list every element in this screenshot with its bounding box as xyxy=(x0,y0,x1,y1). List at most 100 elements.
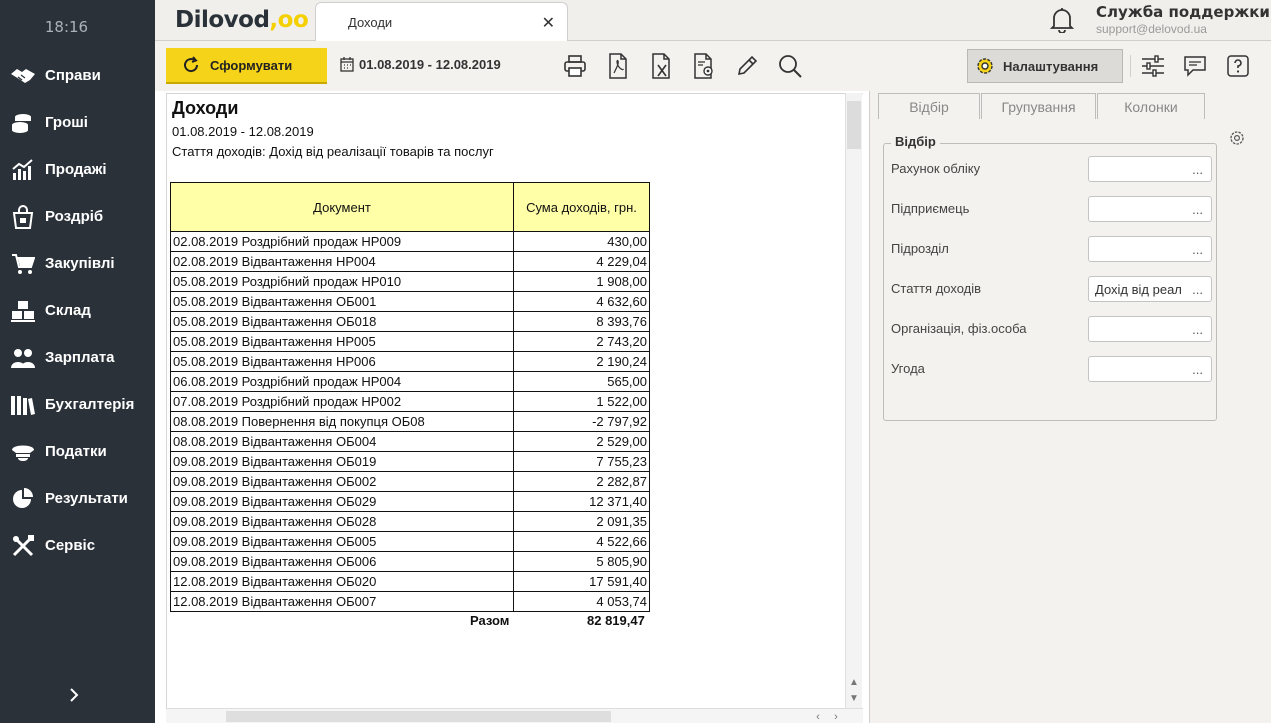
tab-grouping[interactable]: Групування xyxy=(981,93,1096,119)
table-row[interactable]: 09.08.2019 Відвантаження ОБ006 5 805,90 xyxy=(170,551,650,572)
chat-icon[interactable] xyxy=(1181,52,1209,80)
document-cell[interactable]: 05.08.2019 Роздрібний продаж НР010 xyxy=(170,271,514,292)
document-cell[interactable]: 12.08.2019 Відвантаження ОБ007 xyxy=(170,591,514,612)
nav-item-sklad[interactable]: Склад xyxy=(0,287,155,334)
nav-item-rezultaty[interactable]: Результати xyxy=(0,475,155,522)
table-row[interactable]: 09.08.2019 Відвантаження ОБ029 12 371,40 xyxy=(170,491,650,512)
sum-cell: 1 908,00 xyxy=(513,271,650,292)
document-cell[interactable]: 07.08.2019 Роздрібний продаж НР002 xyxy=(170,391,514,412)
nav-item-prodazhi[interactable]: Продажі xyxy=(0,146,155,193)
nav-item-servis[interactable]: Сервіс xyxy=(0,522,155,569)
expand-sidebar-icon[interactable] xyxy=(64,685,84,705)
close-icon[interactable]: ✕ xyxy=(542,13,555,33)
account-field[interactable]: ... xyxy=(1088,156,1212,182)
generate-button[interactable]: Сформувати xyxy=(166,48,327,84)
sum-cell: 1 522,00 xyxy=(513,391,650,412)
table-row[interactable]: 05.08.2019 Відвантаження НР006 2 190,24 xyxy=(170,351,650,372)
document-cell[interactable]: 05.08.2019 Відвантаження НР005 xyxy=(170,331,514,352)
nav-item-podatky[interactable]: Податки xyxy=(0,428,155,475)
export-settings-icon[interactable] xyxy=(690,52,718,80)
agreement-field[interactable]: ... xyxy=(1088,356,1212,382)
document-cell[interactable]: 02.08.2019 Відвантаження НР004 xyxy=(170,251,514,272)
scroll-up-icon[interactable]: ▲ xyxy=(846,674,862,690)
horizontal-scroll-thumb[interactable] xyxy=(226,711,611,722)
table-row[interactable]: 02.08.2019 Відвантаження НР004 4 229,04 xyxy=(170,251,650,272)
nav-item-zakupivli[interactable]: Закупівлі xyxy=(0,240,155,287)
print-icon[interactable] xyxy=(561,52,589,80)
document-cell[interactable]: 09.08.2019 Відвантаження ОБ002 xyxy=(170,471,514,492)
nav-item-spravy[interactable]: Справи xyxy=(0,52,155,99)
sum-cell: 5 805,90 xyxy=(513,551,650,572)
document-cell[interactable]: 08.08.2019 Відвантаження ОБ004 xyxy=(170,431,514,452)
export-pdf-icon[interactable] xyxy=(604,52,632,80)
select-dots[interactable]: ... xyxy=(1190,282,1203,297)
tab-income[interactable]: Доходи ✕ xyxy=(315,2,568,42)
document-cell[interactable]: 05.08.2019 Відвантаження ОБ018 xyxy=(170,311,514,332)
table-row[interactable]: 05.08.2019 Роздрібний продаж НР010 1 908,… xyxy=(170,271,650,292)
entrepreneur-field[interactable]: ... xyxy=(1088,196,1212,222)
export-excel-icon[interactable] xyxy=(647,52,675,80)
income-item-field[interactable]: Дохід від реал... xyxy=(1088,276,1212,302)
vertical-scrollbar[interactable]: ▲ ▼ xyxy=(845,93,862,708)
edit-pencil-icon[interactable] xyxy=(733,52,761,80)
period-picker[interactable]: 01.08.2019 - 12.08.2019 xyxy=(340,57,501,72)
table-row[interactable]: 05.08.2019 Відвантаження ОБ018 8 393,76 xyxy=(170,311,650,332)
table-row[interactable]: 06.08.2019 Роздрібний продаж НР004 565,00 xyxy=(170,371,650,392)
table-row[interactable]: 02.08.2019 Роздрібний продаж НР009 430,00 xyxy=(170,231,650,252)
support-email[interactable]: support@delovod.ua xyxy=(1096,22,1270,36)
department-field[interactable]: ... xyxy=(1088,236,1212,262)
document-cell[interactable]: 05.08.2019 Відвантаження ОБ001 xyxy=(170,291,514,312)
table-row[interactable]: 05.08.2019 Відвантаження НР005 2 743,20 xyxy=(170,331,650,352)
table-row[interactable]: 07.08.2019 Роздрібний продаж НР002 1 522,… xyxy=(170,391,650,412)
document-cell[interactable]: 09.08.2019 Відвантаження ОБ019 xyxy=(170,451,514,472)
table-row[interactable]: 08.08.2019 Відвантаження ОБ004 2 529,00 xyxy=(170,431,650,452)
scroll-left-icon[interactable]: ‹ xyxy=(810,709,826,723)
select-dots[interactable]: ... xyxy=(1190,362,1203,377)
select-dots[interactable]: ... xyxy=(1190,242,1203,257)
report-title: Доходи xyxy=(172,98,239,118)
document-cell[interactable]: 09.08.2019 Відвантаження ОБ006 xyxy=(170,551,514,572)
scroll-right-icon[interactable]: › xyxy=(828,709,844,723)
table-row[interactable]: 09.08.2019 Відвантаження ОБ005 4 522,66 xyxy=(170,531,650,552)
panel-settings-gear-icon[interactable] xyxy=(1229,130,1245,146)
table-row[interactable]: 08.08.2019 Повернення від покупця ОБ08 -2… xyxy=(170,411,650,432)
table-row[interactable]: 12.08.2019 Відвантаження ОБ007 4 053,74 xyxy=(170,591,650,612)
document-cell[interactable]: 02.08.2019 Роздрібний продаж НР009 xyxy=(170,231,514,252)
select-dots[interactable]: ... xyxy=(1190,202,1203,217)
table-row[interactable]: 12.08.2019 Відвантаження ОБ020 17 591,40 xyxy=(170,571,650,592)
nav-item-rozdrib[interactable]: Роздріб xyxy=(0,193,155,240)
table-row[interactable]: 09.08.2019 Відвантаження ОБ002 2 282,87 xyxy=(170,471,650,492)
main-nav: Справи Гроші Продажі Роздріб Закупівлі С… xyxy=(0,52,155,569)
table-row[interactable]: 09.08.2019 Відвантаження ОБ019 7 755,23 xyxy=(170,451,650,472)
nav-item-bukhhalteriia[interactable]: Бухгалтерія xyxy=(0,381,155,428)
organization-field[interactable]: ... xyxy=(1088,316,1212,342)
document-cell[interactable]: 09.08.2019 Відвантаження ОБ028 xyxy=(170,511,514,532)
document-cell[interactable]: 05.08.2019 Відвантаження НР006 xyxy=(170,351,514,372)
sliders-icon[interactable] xyxy=(1139,52,1167,80)
document-cell[interactable]: 06.08.2019 Роздрібний продаж НР004 xyxy=(170,371,514,392)
table-row[interactable]: 09.08.2019 Відвантаження ОБ028 2 091,35 xyxy=(170,511,650,532)
table-row[interactable]: 05.08.2019 Відвантаження ОБ001 4 632,60 xyxy=(170,291,650,312)
nav-item-zarplata[interactable]: Зарплата xyxy=(0,334,155,381)
document-cell[interactable]: 08.08.2019 Повернення від покупця ОБ08 xyxy=(170,411,514,432)
document-cell[interactable]: 12.08.2019 Відвантаження ОБ020 xyxy=(170,571,514,592)
bell-icon[interactable] xyxy=(1049,7,1075,34)
logo[interactable]: Dilovod,oo xyxy=(175,7,309,33)
select-dots[interactable]: ... xyxy=(1190,162,1203,177)
scroll-thumb[interactable] xyxy=(847,101,861,149)
books-icon xyxy=(10,392,36,418)
settings-button-label: Налаштування xyxy=(1003,58,1099,74)
search-icon[interactable] xyxy=(776,52,804,80)
select-dots[interactable]: ... xyxy=(1190,322,1203,337)
tab-columns[interactable]: Колонки xyxy=(1097,93,1205,119)
column-header-sum: Сума доходів, грн. xyxy=(513,182,650,232)
help-icon[interactable] xyxy=(1224,52,1252,80)
scroll-down-icon[interactable]: ▼ xyxy=(846,690,862,706)
document-cell[interactable]: 09.08.2019 Відвантаження ОБ005 xyxy=(170,531,514,552)
nav-item-groshi[interactable]: Гроші xyxy=(0,99,155,146)
document-cell[interactable]: 09.08.2019 Відвантаження ОБ029 xyxy=(170,491,514,512)
tab-filter[interactable]: Відбір xyxy=(878,93,980,119)
horizontal-scrollbar[interactable]: ‹ › xyxy=(166,708,863,723)
settings-button[interactable]: Налаштування xyxy=(967,49,1123,83)
support-block[interactable]: Служба поддержки support@delovod.ua xyxy=(1096,3,1270,36)
